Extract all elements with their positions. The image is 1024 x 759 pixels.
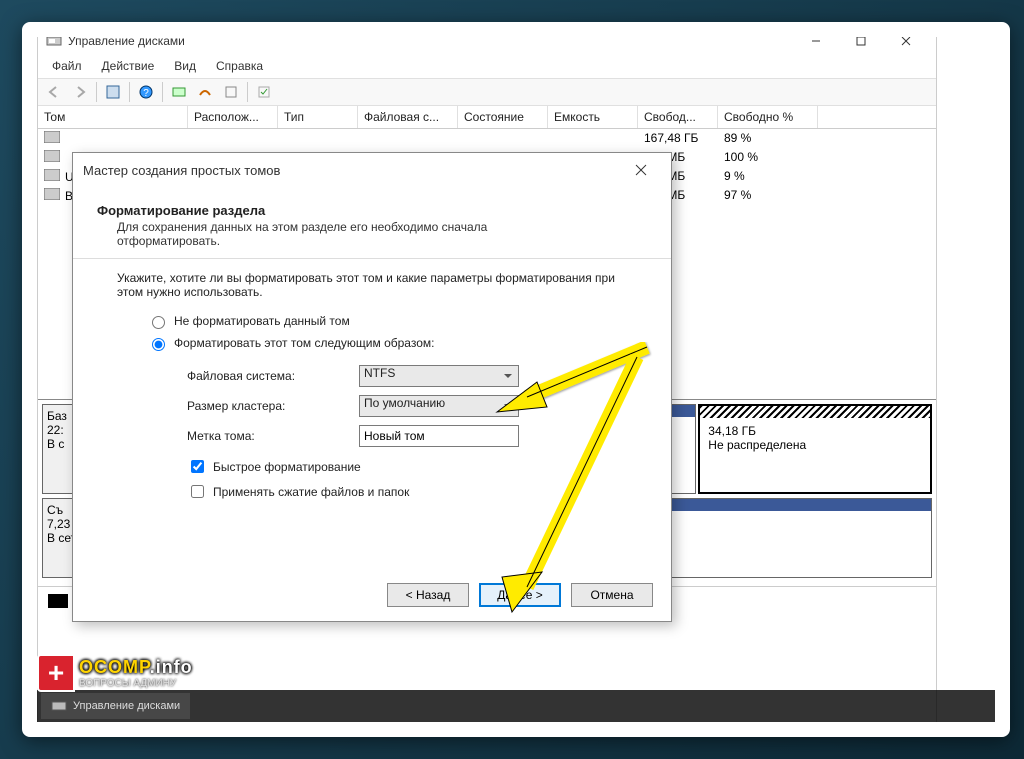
cluster-label: Размер кластера: — [187, 399, 347, 413]
compression-input[interactable] — [191, 485, 204, 498]
col-status[interactable]: Состояние — [458, 106, 548, 128]
simple-volume-wizard: Мастер создания простых томов Форматиров… — [72, 152, 672, 622]
screenshot-frame: Управление дисками Файл Действие Вид Спр… — [22, 22, 1010, 737]
table-row[interactable]: 167,48 ГБ 89 % — [38, 129, 936, 148]
col-volume[interactable]: Том — [38, 106, 188, 128]
cluster-size-select[interactable]: По умолчанию — [359, 395, 519, 417]
quick-format-checkbox[interactable]: Быстрое форматирование — [187, 457, 647, 476]
nav-back-icon[interactable] — [42, 80, 66, 104]
col-type[interactable]: Тип — [278, 106, 358, 128]
filesystem-label: Файловая система: — [187, 369, 347, 383]
wizard-titlebar: Мастер создания простых томов — [73, 153, 671, 187]
wizard-subtext: Для сохранения данных на этом разделе ег… — [117, 220, 547, 248]
menu-view[interactable]: Вид — [166, 56, 204, 78]
watermark-logo: OCOMP.info ВОПРОСЫ АДМИНУ — [37, 654, 193, 692]
menu-file[interactable]: Файл — [44, 56, 90, 78]
taskbar: Управление дисками — [37, 690, 995, 722]
wizard-title: Мастер создания простых томов — [83, 163, 280, 178]
radio-do-format-input[interactable] — [152, 338, 165, 351]
plus-icon — [37, 654, 75, 692]
col-free[interactable]: Свобод... — [638, 106, 718, 128]
toolbar: ? — [38, 78, 936, 106]
cancel-button[interactable]: Отмена — [571, 583, 653, 607]
menu-action[interactable]: Действие — [94, 56, 163, 78]
window-title: Управление дисками — [68, 34, 793, 48]
minimize-button[interactable] — [793, 27, 838, 56]
toolbar-icon-2[interactable] — [167, 80, 191, 104]
app-icon — [46, 33, 62, 49]
quick-format-input[interactable] — [191, 460, 204, 473]
taskbar-item[interactable]: Управление дисками — [41, 693, 190, 719]
radio-do-format[interactable]: Форматировать этот том следующим образом… — [147, 335, 647, 351]
svg-text:?: ? — [143, 88, 149, 99]
toolbar-icon-5[interactable] — [252, 80, 276, 104]
close-button[interactable] — [883, 27, 928, 56]
wizard-heading: Форматирование раздела — [97, 203, 647, 218]
col-layout[interactable]: Располож... — [188, 106, 278, 128]
nav-forward-icon[interactable] — [68, 80, 92, 104]
volume-label-input[interactable] — [359, 425, 519, 447]
titlebar: Управление дисками — [38, 26, 936, 56]
back-button[interactable]: < Назад — [387, 583, 469, 607]
compression-checkbox[interactable]: Применять сжатие файлов и папок — [187, 482, 647, 501]
radio-no-format-input[interactable] — [152, 316, 165, 329]
toolbar-icon[interactable] — [101, 80, 125, 104]
toolbar-icon-4[interactable] — [219, 80, 243, 104]
col-capacity[interactable]: Емкость — [548, 106, 638, 128]
col-freepct[interactable]: Свободно % — [718, 106, 818, 128]
col-filesystem[interactable]: Файловая с... — [358, 106, 458, 128]
help-icon[interactable]: ? — [134, 80, 158, 104]
partition-unallocated[interactable]: 34,18 ГБ Не распределена — [698, 404, 932, 494]
next-button[interactable]: Далее > — [479, 583, 561, 607]
volume-label-label: Метка тома: — [187, 429, 347, 443]
volume-table-header: Том Располож... Тип Файловая с... Состоя… — [38, 106, 936, 129]
wizard-instruction: Укажите, хотите ли вы форматировать этот… — [117, 271, 637, 299]
radio-no-format[interactable]: Не форматировать данный том — [147, 313, 647, 329]
menu-help[interactable]: Справка — [208, 56, 271, 78]
filesystem-select[interactable]: NTFS — [359, 365, 519, 387]
wizard-close-button[interactable] — [621, 155, 661, 185]
menubar: Файл Действие Вид Справка — [38, 56, 936, 78]
maximize-button[interactable] — [838, 27, 883, 56]
toolbar-icon-3[interactable] — [193, 80, 217, 104]
